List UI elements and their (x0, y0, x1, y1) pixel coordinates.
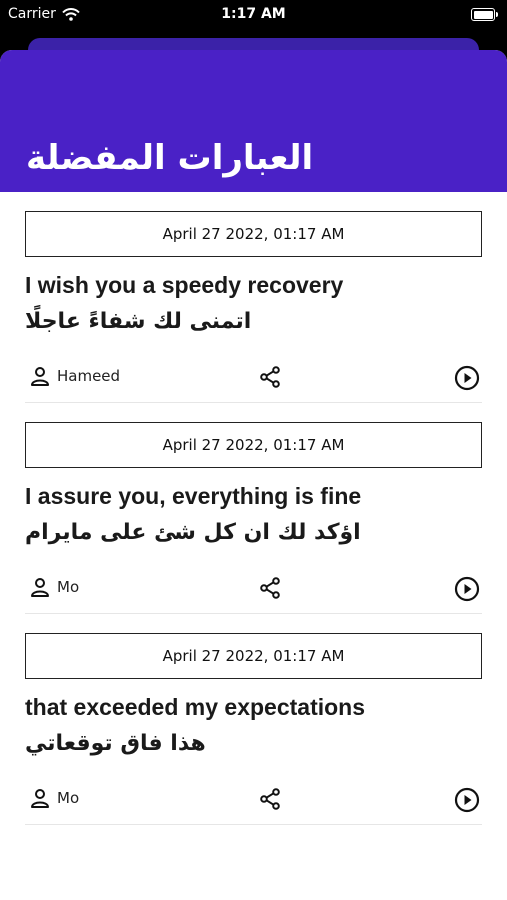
author: Mo (29, 576, 79, 598)
phrase-card: April 27 2022, 01:17 AM that exceeded my… (25, 614, 482, 825)
share-button[interactable] (258, 787, 282, 811)
author-name: Hameed (57, 367, 121, 385)
english-phrase: I assure you, everything is fine (25, 483, 362, 509)
share-icon (260, 366, 280, 388)
arabic-phrase: هذا فاق توقعاتي (25, 731, 206, 756)
english-phrase: I wish you a speedy recovery (25, 272, 344, 298)
share-button[interactable] (258, 365, 282, 389)
play-button[interactable] (454, 787, 480, 813)
english-phrase: that exceeded my expectations (25, 694, 366, 720)
arabic-phrase: اؤكد لك ان كل شئ على مايرام (25, 520, 361, 545)
user-icon (29, 576, 51, 598)
share-icon (260, 788, 280, 810)
battery-icon (471, 8, 498, 21)
date-label: April 27 2022, 01:17 AM (25, 633, 482, 679)
author-name: Mo (57, 578, 80, 596)
status-time: 1:17 AM (221, 6, 286, 22)
play-icon (454, 576, 480, 602)
page-title: العبارات المفضلة (26, 138, 314, 178)
author: Mo (29, 787, 79, 809)
share-button[interactable] (258, 576, 282, 600)
user-icon (29, 787, 51, 809)
phrase-card: April 27 2022, 01:17 AM I wish you a spe… (25, 192, 482, 403)
author: Hameed (29, 365, 120, 387)
status-bar: Carrier 1:17 AM (0, 0, 507, 30)
author-name: Mo (57, 789, 80, 807)
share-icon (260, 577, 280, 599)
arabic-phrase: اتمنى لك شفاءً عاجلًا (25, 309, 252, 334)
phrase-list: April 27 2022, 01:17 AM I wish you a spe… (0, 192, 507, 825)
play-button[interactable] (454, 365, 480, 391)
header: العبارات المفضلة (0, 50, 507, 192)
user-icon (29, 365, 51, 387)
phrase-card: April 27 2022, 01:17 AM I assure you, ev… (25, 403, 482, 614)
play-icon (454, 787, 480, 813)
favorites-sheet: العبارات المفضلة April 27 2022, 01:17 AM… (0, 50, 507, 900)
play-icon (454, 365, 480, 391)
date-label: April 27 2022, 01:17 AM (25, 422, 482, 468)
date-label: April 27 2022, 01:17 AM (25, 211, 482, 257)
play-button[interactable] (454, 576, 480, 602)
